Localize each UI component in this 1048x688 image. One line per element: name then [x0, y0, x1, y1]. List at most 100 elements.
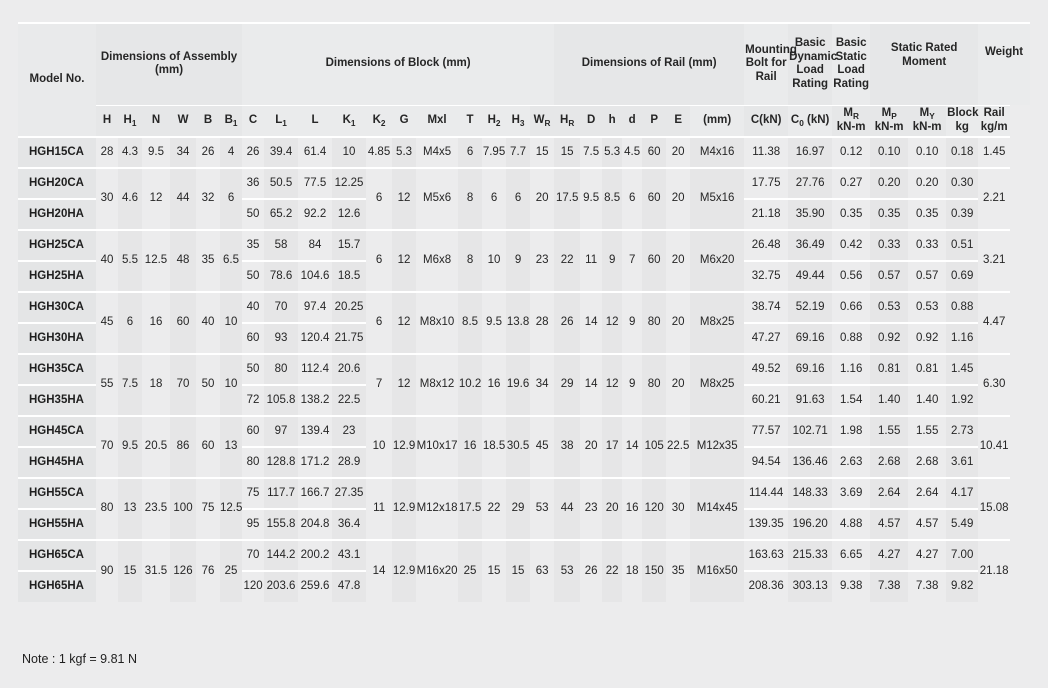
rail-WR-cell: 28 — [530, 291, 555, 354]
rating-C-cell: 26.48 — [744, 229, 789, 262]
rail-weight-cell: 6.30 — [978, 353, 1011, 416]
rail-WR-cell: 20 — [530, 167, 555, 230]
rating-MR-cell: 0.12 — [832, 136, 871, 168]
assembly-B-cell: 76 — [196, 539, 220, 602]
rating-C-cell: 38.74 — [744, 291, 789, 324]
table-row: HGH65CA 90 15 31.5 126 76 25 70 144.2 200.2 43.1 14… — [18, 539, 1030, 602]
rail-P-cell: 60 — [642, 167, 667, 230]
block-H2-cell: 22 — [482, 477, 507, 540]
rail-d-cell: 9 — [622, 291, 643, 354]
header-sym-MY: MY kN-m — [908, 104, 947, 137]
rating-block_kg-cell: 0.88 — [946, 291, 979, 324]
header-group-basic-dynamic: Basic Dynamic Load Rating — [788, 22, 837, 105]
rating-C-cell: 114.44 — [744, 477, 789, 510]
rating-MP-cell: 0.57 — [870, 261, 909, 292]
rail-WR-cell: 34 — [530, 353, 555, 416]
rail-HR-cell: 15 — [554, 136, 581, 168]
rating-C0-cell: 35.90 — [788, 199, 833, 230]
rating-C0-cell: 196.20 — [788, 509, 833, 540]
rail-h-cell: 8.5 — [602, 167, 623, 230]
table-row: HGH20CA 30 4.6 12 44 32 6 36 50.5 77.5 12.25 6 12 M5x… — [18, 167, 1030, 230]
rail-P-cell: 80 — [642, 353, 667, 416]
assembly-H1-cell: 7.5 — [118, 353, 142, 416]
rating-block_kg-cell: 1.45 — [946, 353, 979, 386]
rating-MR-cell: 2.63 — [832, 447, 871, 478]
block-K2-cell: 6 — [366, 229, 393, 292]
block-L1-cell: 65.2 — [264, 199, 299, 230]
block-G-cell: 12.9 — [392, 539, 417, 602]
header-sym-MR: MR kN-m — [832, 104, 871, 137]
model-no-cell: HGH65CA — [18, 539, 96, 572]
block-T-cell: 10.2 — [458, 353, 483, 416]
rail-P-cell: 60 — [642, 229, 667, 292]
block-G-cell: 12.9 — [392, 477, 417, 540]
block-C-cell: 36 — [242, 167, 265, 200]
rail-E-cell: 20 — [666, 136, 691, 168]
block-L-cell: 112.4 — [298, 353, 333, 386]
rail-D-cell: 14 — [580, 353, 603, 416]
block-C-cell: 50 — [242, 261, 265, 292]
block-K1-cell: 20.6 — [332, 353, 367, 386]
model-no-cell: HGH55CA — [18, 477, 96, 510]
model-no-cell: HGH25HA — [18, 261, 96, 292]
block-G-cell: 12.9 — [392, 415, 417, 478]
assembly-B-cell: 26 — [196, 136, 220, 168]
block-K1-cell: 10 — [332, 136, 367, 168]
rating-MR-cell: 6.65 — [832, 539, 871, 572]
rating-C-cell: 208.36 — [744, 571, 789, 602]
rail-h-cell: 12 — [602, 353, 623, 416]
block-C-cell: 40 — [242, 291, 265, 324]
rail-h-cell: 22 — [602, 539, 623, 602]
block-K1-cell: 47.8 — [332, 571, 367, 602]
block-L1-cell: 50.5 — [264, 167, 299, 200]
rating-C0-cell: 148.33 — [788, 477, 833, 510]
assembly-B1-cell: 6 — [220, 167, 243, 230]
block-H2-cell: 18.5 — [482, 415, 507, 478]
assembly-B-cell: 32 — [196, 167, 220, 230]
header-sym-h: h — [602, 104, 623, 137]
header-group-rail: Dimensions of Rail (mm) — [554, 22, 745, 105]
assembly-N-cell: 12 — [142, 167, 170, 230]
block-C-cell: 60 — [242, 323, 265, 354]
mounting-bolt-cell: M8x25 — [690, 291, 745, 354]
block-Mxl-cell: M4x5 — [416, 136, 459, 168]
rating-MP-cell: 7.38 — [870, 571, 909, 602]
rail-E-cell: 20 — [666, 229, 691, 292]
rating-MP-cell: 4.57 — [870, 509, 909, 540]
block-L-cell: 120.4 — [298, 323, 333, 354]
header-sym-L1: L1 — [264, 104, 299, 137]
rail-E-cell: 20 — [666, 353, 691, 416]
block-C-cell: 35 — [242, 229, 265, 262]
block-L1-cell: 39.4 — [264, 136, 299, 168]
rating-MY-cell: 1.40 — [908, 385, 947, 416]
rail-E-cell: 22.5 — [666, 415, 691, 478]
block-K2-cell: 14 — [366, 539, 393, 602]
header-sym-H3: H3 — [506, 104, 531, 137]
assembly-B1-cell: 6.5 — [220, 229, 243, 292]
rating-MP-cell: 0.92 — [870, 323, 909, 354]
rating-MR-cell: 0.56 — [832, 261, 871, 292]
rating-block_kg-cell: 9.82 — [946, 571, 979, 602]
header-group-weight: Weight — [978, 22, 1030, 105]
block-K1-cell: 21.75 — [332, 323, 367, 354]
block-Mxl-cell: M6x8 — [416, 229, 459, 292]
rating-MR-cell: 4.88 — [832, 509, 871, 540]
model-no-cell: HGH45CA — [18, 415, 96, 448]
assembly-H1-cell: 13 — [118, 477, 142, 540]
rail-D-cell: 26 — [580, 539, 603, 602]
block-T-cell: 8 — [458, 229, 483, 292]
rail-weight-cell: 1.45 — [978, 136, 1011, 168]
assembly-H1-cell: 9.5 — [118, 415, 142, 478]
rating-MY-cell: 0.57 — [908, 261, 947, 292]
rating-MR-cell: 1.98 — [832, 415, 871, 448]
header-group-mounting-bolt: Mounting Bolt for Rail — [744, 22, 797, 105]
rail-d-cell: 4.5 — [622, 136, 643, 168]
block-H2-cell: 6 — [482, 167, 507, 230]
rail-HR-cell: 22 — [554, 229, 581, 292]
model-no-cell: HGH15CA — [18, 136, 96, 168]
model-no-cell: HGH35HA — [18, 385, 96, 416]
assembly-H-cell: 70 — [96, 415, 118, 478]
spec-table-page: { "note": "Note : 1 kgf = 9.81 N", "head… — [0, 0, 1048, 688]
header-sym-E: E — [666, 104, 691, 137]
block-L-cell: 61.4 — [298, 136, 333, 168]
